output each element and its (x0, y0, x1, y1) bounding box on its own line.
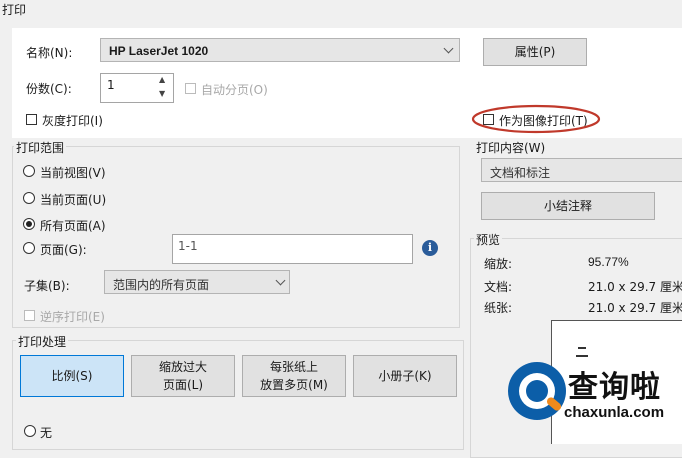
info-icon[interactable]: i (422, 240, 438, 256)
preview-legend: 预览 (474, 231, 503, 248)
summarize-comments-button[interactable]: 小结注释 (481, 192, 655, 220)
printer-select[interactable]: HP LaserJet 1020 (100, 38, 460, 62)
copies-label: 份数(C): (26, 82, 72, 96)
print-content-legend: 打印内容(W) (474, 139, 548, 156)
paper-size-value: 21.0 x 29.7 厘米 (588, 301, 682, 315)
collate-label: 自动分页(O) (201, 83, 268, 97)
watermark-url: chaxunla.com (564, 404, 665, 421)
shrink-oversized-button[interactable]: 缩放过大 页面(L) (131, 355, 235, 397)
shrink-line1: 缩放过大 (158, 360, 207, 374)
pages-input[interactable]: 1-1 (172, 234, 413, 264)
multiple-line2: 放置多页(M) (260, 378, 328, 392)
booklet-button[interactable]: 小册子(K) (353, 355, 457, 397)
copies-value: 1 (107, 78, 115, 92)
radio-pages[interactable] (23, 242, 35, 254)
properties-button-label: 属性(P) (514, 45, 556, 59)
stepper-up-icon[interactable]: ▲ (159, 75, 165, 84)
current-view-label: 当前视图(V) (40, 166, 106, 180)
document-size-value: 21.0 x 29.7 厘米 (588, 280, 682, 294)
copies-stepper[interactable]: 1 ▲ ▼ (100, 73, 174, 103)
subset-select-value: 范围内的所有页面 (113, 278, 210, 292)
highlight-oval (471, 104, 601, 134)
preview-mark (578, 347, 586, 349)
multiple-pages-button[interactable]: 每张纸上 放置多页(M) (242, 355, 346, 397)
scale-button-label: 比例(S) (51, 369, 93, 383)
paper-size-label: 纸张: (484, 301, 513, 315)
document-size-label: 文档: (484, 280, 513, 294)
grayscale-label: 灰度打印(I) (42, 114, 103, 128)
watermark-logo (508, 362, 566, 420)
chevron-down-icon (275, 275, 286, 286)
subset-select[interactable]: 范围内的所有页面 (104, 270, 290, 294)
grayscale-checkbox[interactable] (26, 114, 37, 125)
preview-mark (576, 355, 588, 357)
booklet-button-label: 小册子(K) (378, 369, 432, 383)
properties-button[interactable]: 属性(P) (483, 38, 587, 66)
chevron-down-icon (443, 43, 454, 54)
collate-checkbox[interactable] (185, 83, 196, 94)
pages-label: 页面(G): (40, 243, 87, 257)
zoom-value: 95.77% (588, 255, 629, 269)
all-pages-label: 所有页面(A) (40, 219, 106, 233)
pages-input-value: 1-1 (178, 239, 198, 253)
stepper-down-icon[interactable]: ▼ (159, 89, 165, 98)
print-content-value: 文档和标注 (490, 166, 551, 180)
print-handling-legend: 打印处理 (16, 333, 69, 350)
multiple-line1: 每张纸上 (269, 360, 318, 374)
print-content-select[interactable]: 文档和标注 (481, 158, 682, 182)
shrink-line2: 页面(L) (162, 378, 204, 392)
printer-select-value: HP LaserJet 1020 (109, 44, 209, 58)
print-range-legend: 打印范围 (14, 139, 67, 156)
radio-current-page[interactable] (23, 192, 35, 204)
subset-label: 子集(B): (24, 279, 70, 293)
reverse-checkbox[interactable] (24, 310, 35, 321)
dialog-title: 打印 (2, 3, 27, 17)
radio-none[interactable] (24, 425, 36, 437)
printer-name-label: 名称(N): (26, 46, 73, 60)
current-page-label: 当前页面(U) (40, 193, 107, 207)
zoom-label: 缩放: (484, 257, 513, 271)
radio-all-pages[interactable] (23, 218, 35, 230)
scale-button[interactable]: 比例(S) (20, 355, 124, 397)
summarize-comments-label: 小结注释 (543, 199, 592, 213)
watermark-text: 查询啦 (568, 370, 661, 405)
none-label: 无 (40, 426, 53, 440)
reverse-label: 逆序打印(E) (40, 310, 105, 324)
radio-current-view[interactable] (23, 165, 35, 177)
